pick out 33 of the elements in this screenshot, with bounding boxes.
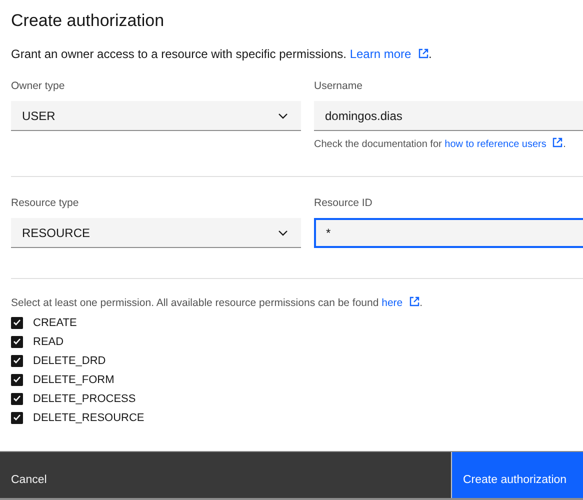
create-authorization-button[interactable]: Create authorization (451, 452, 583, 498)
helper-text: Check the documentation for how to reference users . (314, 137, 567, 150)
owner-type-dropdown[interactable]: USER (11, 101, 301, 131)
checkbox[interactable] (11, 374, 23, 386)
checkbox[interactable] (11, 354, 23, 366)
permissions-link[interactable]: here (382, 297, 420, 309)
dialog-title: Create authorization (11, 10, 166, 32)
chevron-down-icon (278, 230, 288, 236)
resource-type-dropdown[interactable]: RESOURCE (11, 218, 301, 248)
checkbox[interactable] (11, 316, 23, 328)
chevron-down-icon (278, 112, 288, 118)
learn-more-link[interactable]: Learn more (350, 47, 429, 61)
checkbox[interactable] (11, 392, 23, 404)
checkbox[interactable] (11, 412, 23, 424)
description-text: Grant an owner access to a resource with specific permissions. Learn more . (11, 47, 433, 63)
field-label: Resource type (11, 197, 80, 209)
permission-label: DELETE_PROCESS (33, 392, 136, 404)
permission-label: DELETE_FORM (33, 374, 114, 386)
permission-label: DELETE_RESOURCE (33, 412, 144, 424)
field-label: Username (314, 80, 364, 92)
external-link-icon (552, 137, 564, 148)
field-label: Resource ID (314, 197, 374, 209)
permission-label: DELETE_DRD (33, 354, 106, 366)
username-field[interactable]: domingos.dias (314, 101, 583, 131)
checkbox[interactable] (11, 336, 23, 348)
permissions-hint: Select at least one permission. All available resource permissions can be found here . (11, 296, 424, 309)
external-link-icon (408, 296, 420, 307)
documentation-link[interactable]: how to reference users (444, 139, 564, 150)
permission-label: READ (33, 336, 64, 348)
external-link-icon (418, 48, 429, 59)
permission-label: CREATE (33, 316, 77, 328)
field-label: Owner type (11, 80, 66, 92)
resource-id-field[interactable]: * (314, 218, 583, 248)
